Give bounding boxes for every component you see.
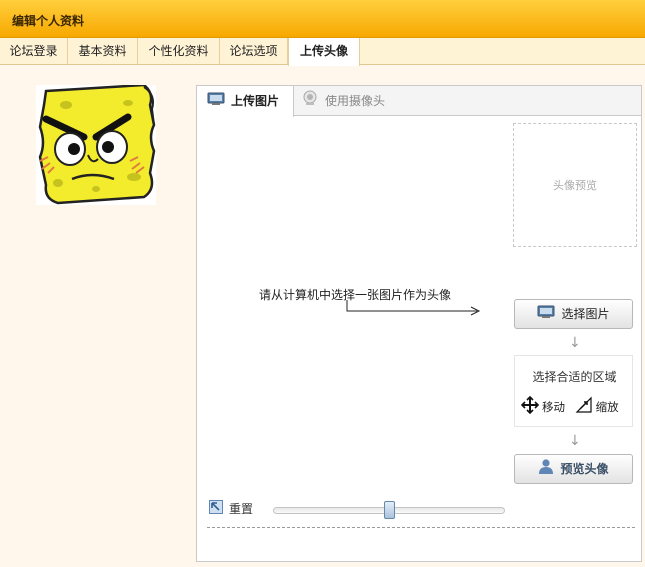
user-icon <box>538 456 554 484</box>
spongebob-avatar-icon <box>36 83 156 205</box>
avatar-preview-box: 头像预览 <box>513 123 637 247</box>
select-image-label: 选择图片 <box>561 307 610 321</box>
zoom-slider-thumb[interactable] <box>383 501 395 519</box>
tab-upload-image[interactable]: 上传图片 <box>197 86 294 117</box>
divider <box>207 527 635 528</box>
edit-profile-window: 编辑个人资料 论坛登录 基本资料 个性化资料 论坛选项 上传头像 上传图片 使用… <box>0 0 645 567</box>
upload-method-tabs: 上传图片 使用摄像头 <box>197 86 641 117</box>
tab-use-webcam[interactable]: 使用摄像头 <box>301 86 401 117</box>
select-image-button[interactable]: 选择图片 <box>514 299 633 329</box>
monitor-icon <box>537 301 555 329</box>
down-arrow-icon: ↓ <box>569 335 581 351</box>
reset-button[interactable]: 重置 <box>209 500 253 517</box>
reset-icon <box>209 500 223 517</box>
preview-avatar-label: 预览头像 <box>560 462 609 476</box>
webcam-icon <box>301 87 319 117</box>
down-arrow-icon: ↓ <box>569 433 581 449</box>
zoom-label: 缩放 <box>595 399 619 414</box>
tab-upload-image-label: 上传图片 <box>231 94 280 108</box>
move-icon[interactable] <box>520 395 540 417</box>
tab-basic-info[interactable]: 基本资料 <box>68 38 138 65</box>
tab-forum-options[interactable]: 论坛选项 <box>220 38 288 65</box>
select-area-box: 选择合适的区域 移动 缩放 <box>514 355 633 427</box>
profile-tabs: 论坛登录 基本资料 个性化资料 论坛选项 上传头像 <box>0 38 645 66</box>
area-controls: 移动 缩放 <box>520 395 631 417</box>
tab-upload-avatar[interactable]: 上传头像 <box>288 38 360 66</box>
avatar-preview-label: 头像预览 <box>553 179 597 192</box>
preview-avatar-button[interactable]: 预览头像 <box>514 454 633 484</box>
reset-label: 重置 <box>229 502 254 516</box>
monitor-icon <box>207 87 225 117</box>
tab-use-webcam-label: 使用摄像头 <box>325 94 386 108</box>
current-avatar <box>36 83 156 205</box>
select-area-title: 选择合适的区域 <box>532 370 617 384</box>
window-title: 编辑个人资料 <box>12 14 85 28</box>
move-label: 移动 <box>542 399 565 414</box>
tab-forum-login[interactable]: 论坛登录 <box>0 38 68 65</box>
title-bar: 编辑个人资料 <box>0 0 645 38</box>
upload-panel: 上传图片 使用摄像头 头像预览 请从计算机中选择一张图片作为头像 选择图片 ↓ … <box>196 85 642 562</box>
zoom-icon[interactable] <box>575 396 593 417</box>
pointer-arrow-icon <box>346 300 481 316</box>
tab-personal-info[interactable]: 个性化资料 <box>138 38 220 65</box>
